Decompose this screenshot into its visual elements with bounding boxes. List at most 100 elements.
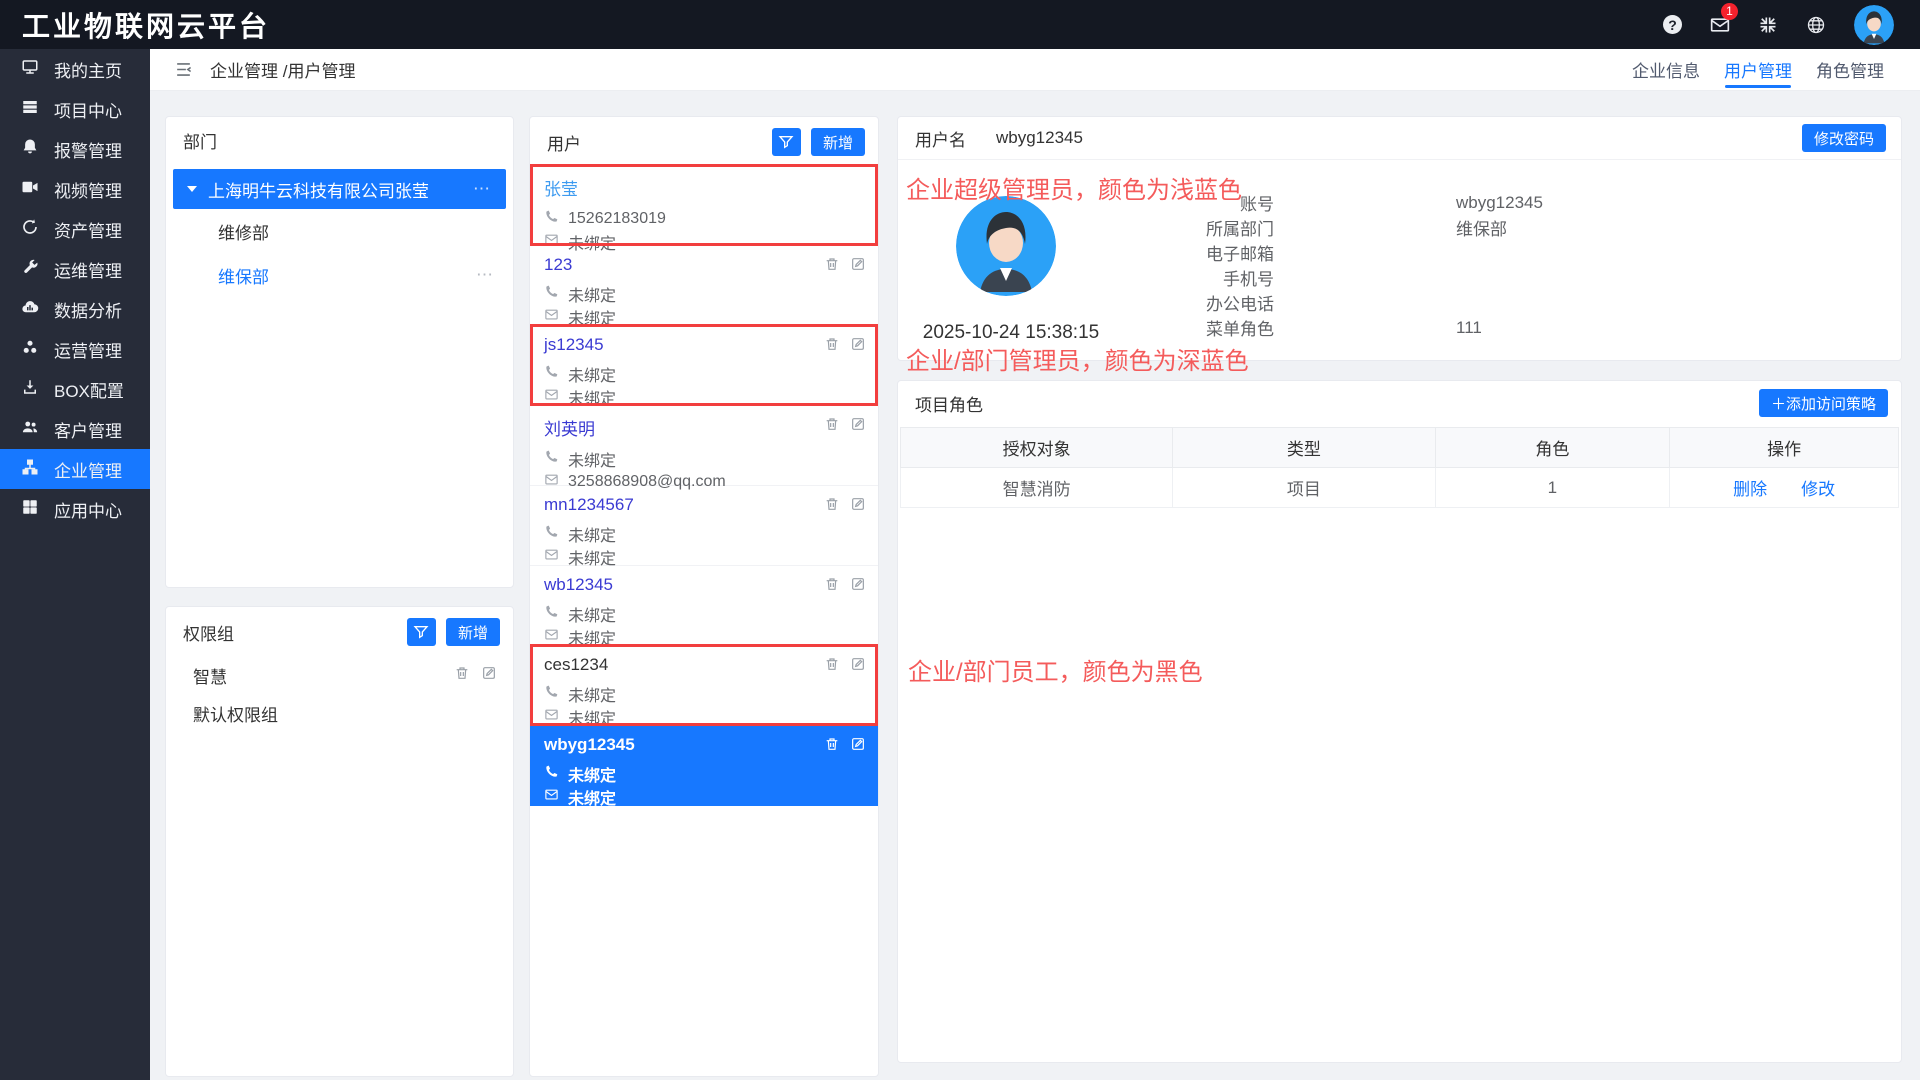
help-icon[interactable]: ? — [1663, 15, 1682, 34]
tab-角色管理[interactable]: 角色管理 — [1804, 49, 1896, 90]
bell-icon — [21, 138, 39, 161]
filter-button[interactable] — [407, 618, 436, 646]
app-title: 工业物联网云平台 — [22, 5, 270, 45]
permission-group-item[interactable]: 智慧 — [166, 656, 513, 694]
action-link-删除[interactable]: 删除 — [1733, 480, 1767, 499]
sidebar-item-运维管理[interactable]: 运维管理 — [0, 249, 150, 289]
edit-icon[interactable] — [850, 496, 866, 517]
user-list-item[interactable]: 刘英明未绑定3258868908@qq.com — [530, 406, 878, 486]
edit-icon[interactable] — [850, 416, 866, 437]
field-value: 111 — [1456, 318, 1482, 338]
permission-group-label: 默认权限组 — [193, 701, 278, 726]
user-name: js12345 — [544, 335, 864, 355]
change-password-button[interactable]: 修改密码 — [1802, 124, 1886, 152]
edit-icon[interactable] — [850, 656, 866, 677]
user-list-item[interactable]: ces1234未绑定未绑定 — [530, 646, 878, 726]
user-list-item[interactable]: wb12345未绑定未绑定 — [530, 566, 878, 646]
sidebar-item-视频管理[interactable]: 视频管理 — [0, 169, 150, 209]
delete-icon[interactable] — [824, 576, 840, 597]
breadcrumb-bar: 企业管理 /用户管理 企业信息用户管理角色管理 — [150, 49, 1920, 91]
sidebar-item-数据分析[interactable]: 数据分析 — [0, 289, 150, 329]
annotation-employee: 企业/部门员工，颜色为黑色 — [908, 652, 1203, 687]
field-label: 菜单角色 — [898, 315, 1274, 340]
topbar: 工业物联网云平台 ? 1 — [0, 0, 1920, 49]
compress-icon[interactable] — [1758, 15, 1778, 35]
department-tree-item[interactable]: 维修部 — [166, 209, 513, 253]
globe-icon[interactable] — [1806, 15, 1826, 35]
table-header-角色: 角色 — [1435, 428, 1670, 468]
org-icon — [21, 458, 39, 481]
user-phone: 未绑定 — [568, 522, 616, 546]
edit-icon[interactable] — [850, 576, 866, 597]
user-phone-line: 未绑定 — [544, 762, 864, 785]
delete-icon[interactable] — [824, 656, 840, 677]
table-row: 智慧消防项目1删除修改 — [901, 468, 1899, 508]
tab-企业信息[interactable]: 企业信息 — [1620, 49, 1712, 90]
action-link-修改[interactable]: 修改 — [1801, 480, 1835, 499]
user-list-item[interactable]: mn1234567未绑定未绑定 — [530, 486, 878, 566]
user-phone-line: 15262183019 — [544, 207, 864, 230]
edit-icon[interactable] — [481, 665, 497, 686]
sidebar-item-应用中心[interactable]: 应用中心 — [0, 489, 150, 529]
permission-group-item[interactable]: 默认权限组 — [166, 694, 513, 732]
edit-icon[interactable] — [850, 736, 866, 757]
user-avatar[interactable] — [1854, 5, 1894, 45]
field-label: 办公电话 — [898, 290, 1274, 315]
item-actions — [824, 736, 866, 757]
delete-icon[interactable] — [824, 256, 840, 277]
delete-icon[interactable] — [824, 416, 840, 437]
customers-icon — [21, 418, 39, 441]
sidebar-item-BOX配置[interactable]: BOX配置 — [0, 369, 150, 409]
mail-icon[interactable]: 1 — [1710, 15, 1730, 35]
sidebar-item-企业管理[interactable]: 企业管理 — [0, 449, 150, 489]
department-tree-item[interactable]: 维保部⋯ — [166, 253, 513, 297]
username-value: wbyg12345 — [996, 128, 1083, 148]
edit-icon[interactable] — [850, 336, 866, 357]
recycle-icon — [21, 218, 39, 241]
caret-down-icon[interactable] — [187, 186, 197, 192]
user-email: 未绑定 — [568, 385, 616, 409]
user-email: 未绑定 — [568, 705, 616, 729]
more-icon[interactable]: ⋯ — [476, 265, 495, 285]
detail-field-row: 菜单角色 111 — [898, 315, 1901, 340]
project-role-title: 项目角色 — [915, 391, 1759, 416]
add-access-policy-button[interactable]: ＋添加访问策略 — [1759, 389, 1888, 417]
filter-button[interactable] — [772, 128, 801, 156]
sidebar-item-label: 报警管理 — [54, 137, 122, 162]
menu-fold-icon[interactable] — [174, 60, 193, 79]
user-email-line: 未绑定 — [544, 545, 864, 568]
user-list-item[interactable]: wbyg12345未绑定未绑定 — [530, 726, 878, 806]
item-actions — [824, 576, 866, 597]
sidebar-item-项目中心[interactable]: 项目中心 — [0, 89, 150, 129]
user-list-item[interactable]: 123未绑定未绑定 — [530, 246, 878, 326]
more-icon[interactable]: ⋯ — [473, 179, 492, 199]
user-list-item[interactable]: 张莹15262183019未绑定 — [530, 166, 878, 246]
edit-icon[interactable] — [850, 256, 866, 277]
delete-icon[interactable] — [454, 665, 470, 686]
delete-icon[interactable] — [824, 736, 840, 757]
add-permission-group-button[interactable]: 新增 — [446, 618, 500, 646]
user-phone: 未绑定 — [568, 602, 616, 626]
delete-icon[interactable] — [824, 496, 840, 517]
sidebar-item-我的主页[interactable]: 我的主页 — [0, 49, 150, 89]
user-email: 未绑定 — [568, 545, 616, 569]
sidebar-item-客户管理[interactable]: 客户管理 — [0, 409, 150, 449]
department-tree-root[interactable]: 上海明牛云科技有限公司张莹 ⋯ — [173, 169, 506, 209]
username-label: 用户名 — [915, 126, 966, 151]
sidebar-item-运营管理[interactable]: 运营管理 — [0, 329, 150, 369]
sidebar-item-label: 项目中心 — [54, 97, 122, 122]
user-list-item[interactable]: js12345未绑定未绑定 — [530, 326, 878, 406]
sidebar-item-label: BOX配置 — [54, 377, 124, 402]
user-phone: 未绑定 — [568, 682, 616, 706]
mail-badge: 1 — [1721, 3, 1738, 20]
sidebar-item-报警管理[interactable]: 报警管理 — [0, 129, 150, 169]
sidebar: 我的主页项目中心报警管理视频管理资产管理运维管理数据分析运营管理 BOX配置客户管… — [0, 49, 150, 1080]
add-user-button[interactable]: 新增 — [811, 128, 865, 156]
sidebar-item-资产管理[interactable]: 资产管理 — [0, 209, 150, 249]
topbar-actions: ? 1 — [1663, 5, 1894, 45]
item-actions — [824, 336, 866, 357]
tab-用户管理[interactable]: 用户管理 — [1712, 49, 1804, 90]
field-label: 电子邮箱 — [898, 240, 1274, 265]
user-phone: 未绑定 — [568, 282, 616, 306]
delete-icon[interactable] — [824, 336, 840, 357]
